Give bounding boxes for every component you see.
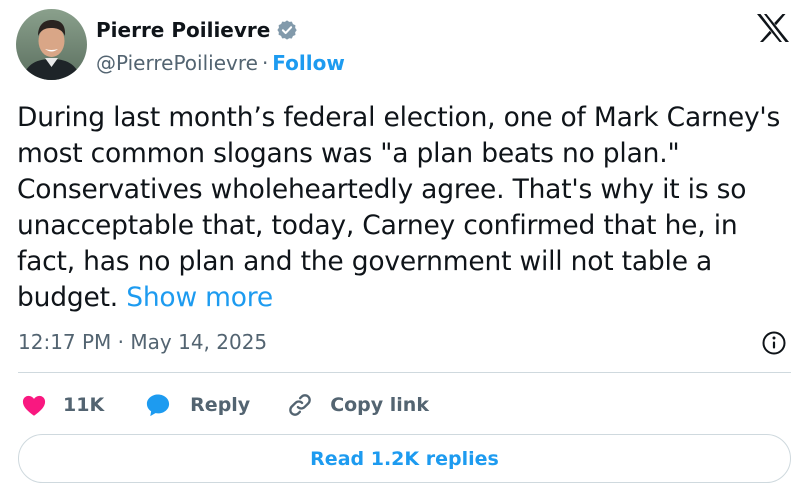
action-bar: 11K Reply Copy link: [20, 386, 429, 424]
follow-button[interactable]: Follow: [272, 51, 345, 75]
tweet-timestamp[interactable]: 12:17 PM · May 14, 2025: [18, 330, 267, 354]
author-name-row: Pierre Poilievre: [96, 16, 298, 44]
copy-link-label: Copy link: [330, 394, 429, 416]
x-logo-icon[interactable]: [756, 13, 790, 43]
read-replies-button[interactable]: Read 1.2K replies: [18, 434, 791, 483]
author-handle-row: @PierrePoilievre · Follow: [96, 49, 345, 77]
info-icon[interactable]: [761, 330, 787, 356]
tweet-card: Pierre Poilievre @PierrePoilievre · Foll…: [0, 0, 810, 504]
show-more-link[interactable]: Show more: [126, 282, 273, 313]
reply-button[interactable]: Reply: [144, 391, 250, 419]
heart-icon: [20, 391, 48, 419]
author-handle[interactable]: @PierrePoilievre: [96, 51, 258, 75]
like-button[interactable]: 11K: [20, 391, 104, 419]
like-count: 11K: [63, 394, 105, 416]
tweet-body: During last month’s federal election, on…: [17, 100, 787, 316]
link-icon: [286, 391, 314, 419]
divider: [18, 372, 791, 373]
verified-badge-icon[interactable]: [276, 19, 298, 41]
read-replies-label: Read 1.2K replies: [310, 447, 499, 470]
separator-dot: ·: [261, 51, 269, 75]
reply-label: Reply: [190, 394, 251, 416]
avatar[interactable]: [16, 9, 87, 80]
reply-bubble-icon: [144, 391, 172, 419]
copy-link-button[interactable]: Copy link: [286, 391, 429, 419]
author-name[interactable]: Pierre Poilievre: [96, 18, 270, 42]
